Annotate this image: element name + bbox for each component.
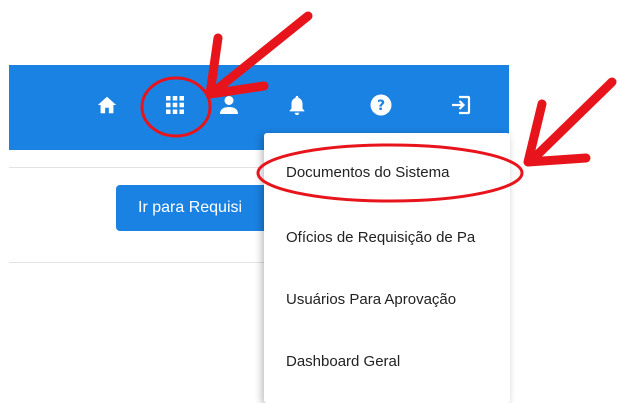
- logout-icon[interactable]: [446, 90, 476, 120]
- annotation-arrow: [527, 77, 617, 165]
- help-icon[interactable]: ?: [366, 90, 396, 120]
- home-icon[interactable]: [92, 90, 122, 120]
- apps-dropdown-menu: Documentos do Sistema Ofícios de Requisi…: [264, 133, 510, 403]
- menu-item-usuarios-aprovacao[interactable]: Usuários Para Aprovação: [286, 291, 510, 308]
- svg-text:?: ?: [377, 98, 385, 114]
- user-icon[interactable]: [214, 90, 244, 120]
- bell-icon[interactable]: [282, 90, 312, 120]
- menu-item-documentos-sistema[interactable]: Documentos do Sistema: [286, 164, 510, 181]
- divider: [9, 167, 269, 168]
- annotation-arrowhead: [523, 99, 591, 167]
- menu-item-oficios-requisicao[interactable]: Ofícios de Requisição de Pa: [286, 229, 510, 246]
- divider: [9, 262, 269, 263]
- apps-grid-icon[interactable]: [160, 90, 190, 120]
- menu-item-dashboard-geral[interactable]: Dashboard Geral: [286, 353, 510, 370]
- screenshot-stage: ? Ir para Requisi Documentos do Sistema …: [0, 0, 619, 403]
